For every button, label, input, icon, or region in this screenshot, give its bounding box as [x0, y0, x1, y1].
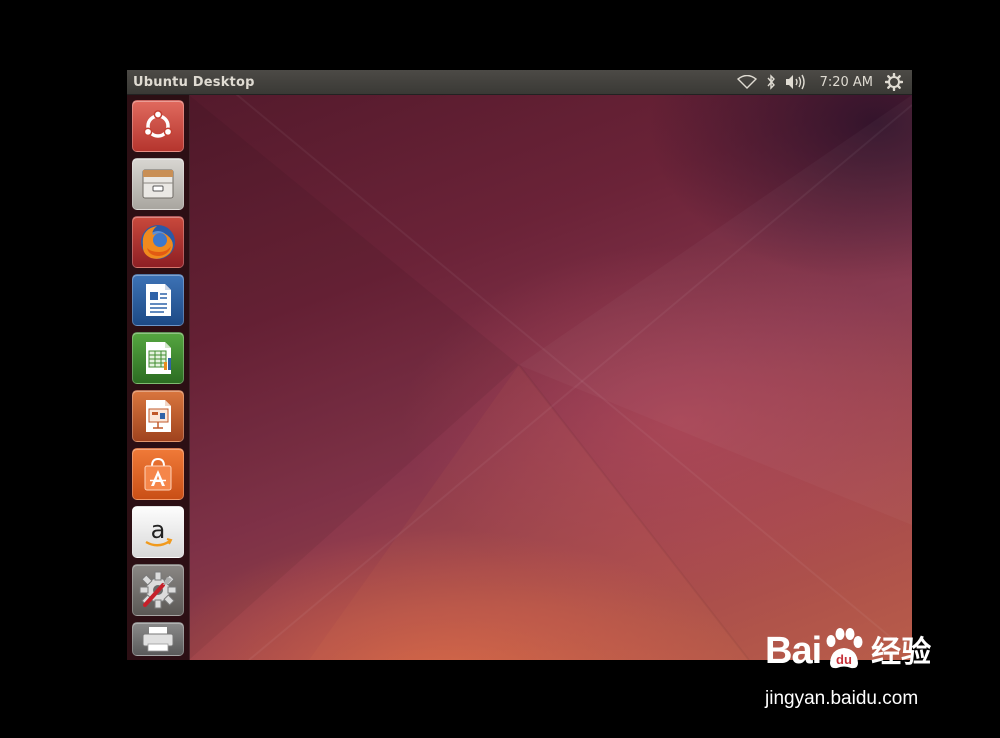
writer-document-icon	[146, 284, 171, 316]
impress-presentation-icon	[146, 400, 171, 432]
watermark-brand-cn: 经验	[871, 635, 932, 670]
clock[interactable]: 7:20 AM	[820, 75, 873, 90]
launcher-item-firefox[interactable]	[132, 216, 184, 268]
launcher-item-software-center[interactable]	[132, 448, 184, 500]
top-panel: Ubuntu Desktop 7:20 AM	[127, 70, 912, 95]
window-title: Ubuntu Desktop	[133, 74, 255, 90]
firefox-icon	[141, 225, 175, 259]
svg-text:a: a	[151, 516, 166, 544]
wifi-icon[interactable]	[736, 70, 757, 94]
launcher-item-amazon[interactable]: a	[132, 506, 184, 558]
watermark-url: jingyan.baidu.com	[765, 688, 919, 709]
launcher-item-dash[interactable]	[132, 100, 184, 152]
amazon-icon: a	[145, 516, 173, 547]
bluetooth-icon[interactable]	[766, 70, 776, 94]
launcher: a	[127, 95, 190, 660]
desktop-wallpaper[interactable]	[189, 95, 912, 660]
software-center-bag-icon	[144, 457, 172, 491]
gear-icon[interactable]	[885, 70, 903, 94]
launcher-item-printer[interactable]	[132, 622, 184, 656]
watermark-logo: Bai du 经验	[765, 627, 931, 673]
indicator-area: 7:20 AM	[736, 70, 912, 94]
svg-text:du: du	[836, 652, 852, 667]
ubuntu-screen: Ubuntu Desktop 7:20 AM a	[127, 70, 912, 660]
ubuntu-logo-icon	[143, 110, 173, 138]
system-settings-icon	[139, 571, 177, 609]
launcher-item-system-settings[interactable]	[132, 564, 184, 616]
launcher-item-calc[interactable]	[132, 332, 184, 384]
file-cabinet-icon	[142, 169, 174, 199]
paw-icon: du	[826, 628, 863, 669]
launcher-item-impress[interactable]	[132, 390, 184, 442]
launcher-item-files[interactable]	[132, 158, 184, 210]
watermark-brand: Bai	[765, 630, 822, 672]
volume-icon[interactable]	[785, 70, 807, 94]
launcher-item-writer[interactable]	[132, 274, 184, 326]
baidu-jingyan-watermark: Bai du 经验 jingyan.baidu.com	[765, 625, 980, 720]
calc-spreadsheet-icon	[146, 342, 171, 374]
wallpaper-pattern	[189, 95, 912, 660]
printer-icon	[142, 627, 174, 652]
